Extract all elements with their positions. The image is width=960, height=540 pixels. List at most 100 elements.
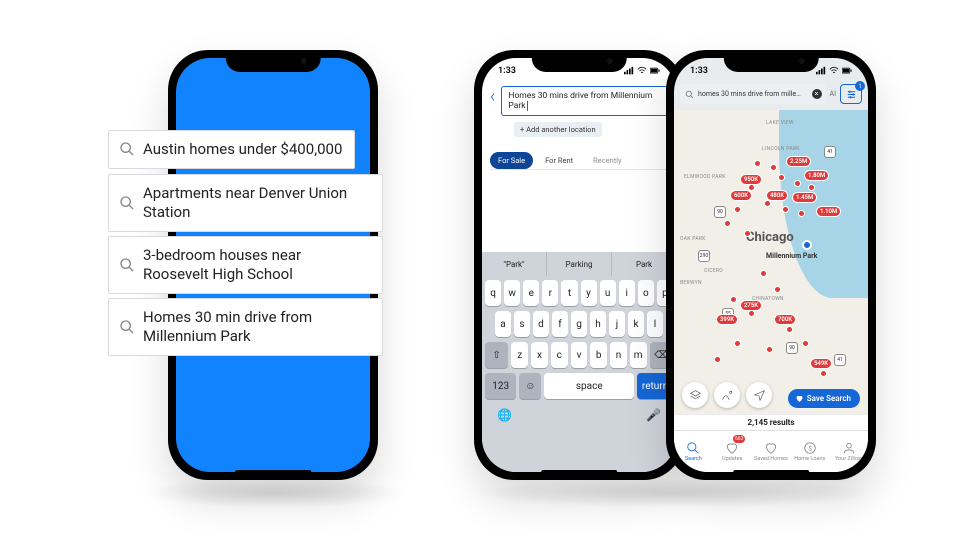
- key-w[interactable]: w: [504, 280, 520, 306]
- ai-label: AI: [830, 90, 836, 98]
- example-query-3[interactable]: 3-bedroom houses near Roosevelt High Sch…: [108, 236, 383, 294]
- listing-dot[interactable]: [714, 356, 721, 363]
- suggestion-1[interactable]: "Park": [482, 252, 546, 276]
- key-e[interactable]: e: [523, 280, 539, 306]
- layers-button[interactable]: [682, 382, 708, 408]
- key-123[interactable]: 123: [485, 373, 516, 399]
- listing-dot[interactable]: [734, 340, 741, 347]
- listing-price-pill[interactable]: 1.80M: [804, 170, 829, 181]
- listing-price-pill[interactable]: 700K: [774, 314, 796, 325]
- listing-price-pill[interactable]: 549K: [810, 358, 832, 369]
- listing-dot[interactable]: [774, 286, 781, 293]
- key-g[interactable]: g: [571, 311, 587, 337]
- listing-dot[interactable]: [730, 296, 737, 303]
- add-location-button[interactable]: + Add another location: [514, 122, 602, 137]
- key-t[interactable]: t: [561, 280, 577, 306]
- listing-price-pill[interactable]: 600K: [730, 190, 752, 201]
- tab-recently[interactable]: Recently: [585, 152, 629, 169]
- map-water: [779, 110, 868, 298]
- listing-dot[interactable]: [764, 200, 771, 207]
- key-a[interactable]: a: [495, 311, 511, 337]
- listing-dot[interactable]: [798, 210, 805, 217]
- search-icon: [119, 257, 135, 273]
- clear-search-icon[interactable]: ×: [812, 89, 822, 99]
- battery-icon: [650, 66, 660, 76]
- key-q[interactable]: q: [485, 280, 501, 306]
- key-j[interactable]: j: [609, 311, 625, 337]
- key-space[interactable]: space: [544, 373, 634, 399]
- listing-dot[interactable]: [724, 220, 731, 227]
- tab-saved-homes[interactable]: Saved Homes: [752, 431, 791, 472]
- listing-price-pill[interactable]: 1.45M: [792, 192, 817, 203]
- listing-price-pill[interactable]: 399K: [716, 314, 738, 325]
- key-y[interactable]: y: [581, 280, 597, 306]
- listing-price-pill[interactable]: 2.25M: [786, 156, 811, 167]
- listing-price-pill[interactable]: 480K: [766, 190, 788, 201]
- key-r[interactable]: r: [542, 280, 558, 306]
- key-z[interactable]: z: [511, 342, 528, 368]
- key-s[interactable]: s: [514, 311, 530, 337]
- tab-your-zillow[interactable]: Your Zillow: [829, 431, 868, 472]
- key-h[interactable]: h: [590, 311, 606, 337]
- listing-dot[interactable]: [778, 174, 785, 181]
- listing-dot[interactable]: [744, 230, 751, 237]
- save-search-button[interactable]: Save Search: [788, 389, 860, 408]
- listing-dot[interactable]: [782, 206, 789, 213]
- search-input[interactable]: homes 30 mins drive from mille… ×: [680, 84, 826, 104]
- key-v[interactable]: v: [571, 342, 588, 368]
- filter-button[interactable]: 1: [840, 84, 862, 104]
- listing-dot[interactable]: [766, 346, 773, 353]
- keyboard-suggestions: "Park" Parking Park: [482, 252, 676, 276]
- example-query-1[interactable]: Austin homes under $400,000: [108, 130, 355, 169]
- tab-label: Updates: [722, 456, 742, 462]
- example-query-2[interactable]: Apartments near Denver Union Station: [108, 174, 383, 232]
- listing-dot[interactable]: [808, 184, 815, 191]
- key-k[interactable]: k: [628, 311, 644, 337]
- globe-icon[interactable]: 🌐: [497, 408, 512, 422]
- phone-map-results: 1:33 homes 30 mins drive from mille… × A…: [666, 50, 876, 480]
- key-o[interactable]: o: [638, 280, 654, 306]
- key-b[interactable]: b: [590, 342, 607, 368]
- listing-dot[interactable]: [748, 310, 755, 317]
- listing-dot[interactable]: [754, 160, 761, 167]
- suggestion-2[interactable]: Parking: [546, 252, 611, 276]
- locate-button[interactable]: [746, 382, 772, 408]
- search-input-text: homes 30 mins drive from mille…: [698, 90, 801, 98]
- listing-dot[interactable]: [802, 340, 809, 347]
- listing-dot[interactable]: [786, 326, 793, 333]
- key-⇧[interactable]: ⇧: [485, 342, 508, 368]
- key-m[interactable]: m: [630, 342, 647, 368]
- search-input[interactable]: Homes 30 mins drive from Millennium Park: [501, 86, 668, 116]
- example-query-4[interactable]: Homes 30 min drive from Millennium Park: [108, 298, 383, 356]
- key-x[interactable]: x: [531, 342, 548, 368]
- back-button[interactable]: ‹: [490, 86, 495, 107]
- key-emoji[interactable]: ☺: [519, 373, 541, 399]
- listing-dot[interactable]: [734, 206, 741, 213]
- listing-dot[interactable]: [770, 164, 777, 171]
- listing-price-pill[interactable]: 950K: [740, 174, 762, 185]
- sliders-icon: [846, 89, 857, 100]
- key-f[interactable]: f: [552, 311, 568, 337]
- draw-button[interactable]: [714, 382, 740, 408]
- key-n[interactable]: n: [610, 342, 627, 368]
- key-u[interactable]: u: [600, 280, 616, 306]
- phone-search-entry: 1:33 ‹ Homes 30 mins drive from Millenni…: [474, 50, 684, 480]
- road-shield: 90: [786, 342, 798, 354]
- tab-search[interactable]: Search: [674, 431, 713, 472]
- tab-updates[interactable]: 663 Updates: [713, 431, 752, 472]
- tab-home-loans[interactable]: $ Home Loans: [790, 431, 829, 472]
- tab-label: Home Loans: [794, 456, 825, 462]
- key-i[interactable]: i: [619, 280, 635, 306]
- map[interactable]: Chicago Millennium Park LAKE VIEWLINCOLN…: [674, 110, 868, 414]
- listing-dot[interactable]: [760, 270, 767, 277]
- tab-for-sale[interactable]: For Sale: [490, 152, 533, 169]
- listing-dot[interactable]: [794, 180, 801, 187]
- key-c[interactable]: c: [551, 342, 568, 368]
- tab-for-rent[interactable]: For Rent: [537, 152, 581, 169]
- mic-icon[interactable]: 🎤: [646, 408, 661, 422]
- key-d[interactable]: d: [533, 311, 549, 337]
- listing-dot[interactable]: [820, 370, 827, 377]
- listing-price-pill[interactable]: 1.10M: [816, 206, 841, 217]
- key-l[interactable]: l: [647, 311, 663, 337]
- listing-price-pill[interactable]: 275K: [740, 300, 762, 311]
